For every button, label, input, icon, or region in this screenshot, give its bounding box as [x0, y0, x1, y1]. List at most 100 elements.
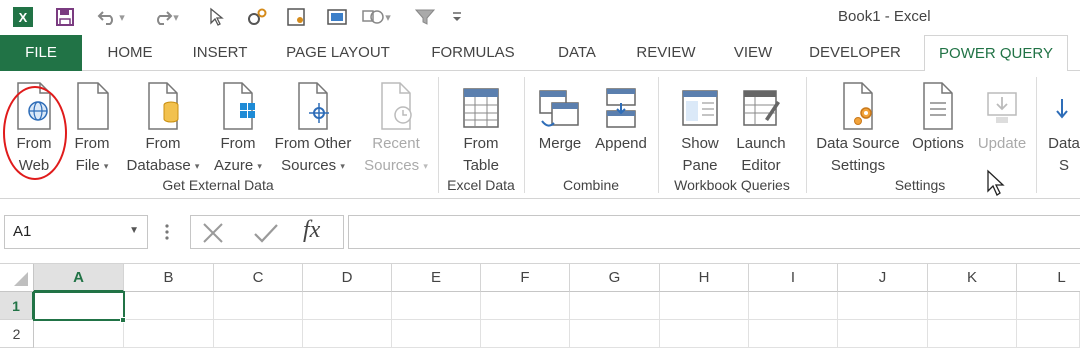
cell[interactable]	[392, 320, 481, 348]
column-header[interactable]: J	[838, 264, 928, 292]
tab-page-layout[interactable]: PAGE LAYOUT	[276, 35, 400, 71]
tab-home[interactable]: HOME	[96, 35, 164, 71]
cell[interactable]	[303, 320, 392, 348]
enter-check-icon[interactable]	[253, 222, 279, 249]
column-header[interactable]: G	[570, 264, 660, 292]
chevron-down-icon[interactable]: ▼	[129, 225, 139, 236]
group-label-settings: Settings	[894, 177, 946, 193]
cell[interactable]	[214, 320, 303, 348]
annotation-circle	[3, 86, 67, 180]
save-icon[interactable]	[52, 5, 78, 29]
select-all-corner[interactable]	[0, 264, 34, 292]
insert-function-icon[interactable]: fx	[303, 217, 320, 244]
cancel-icon[interactable]	[201, 222, 225, 249]
redo-icon[interactable]: ▾	[146, 5, 184, 29]
merge-button[interactable]: Merge	[532, 75, 588, 155]
from-database-button[interactable]: From Database ▾	[122, 75, 204, 177]
launch-editor-icon	[741, 75, 781, 131]
cell[interactable]	[124, 320, 214, 348]
tab-view[interactable]: VIEW	[724, 35, 782, 71]
cell[interactable]	[392, 292, 481, 320]
update-button[interactable]: Update	[972, 75, 1032, 155]
azure-icon	[218, 75, 258, 131]
cell[interactable]	[1017, 292, 1080, 320]
tab-review[interactable]: REVIEW	[626, 35, 706, 71]
column-header[interactable]: I	[749, 264, 838, 292]
chevron-down-icon: ▾	[340, 161, 345, 172]
tab-developer[interactable]: DEVELOPER	[800, 35, 910, 71]
active-cell-a1[interactable]	[33, 291, 125, 321]
column-header[interactable]: D	[303, 264, 392, 292]
tab-power-query[interactable]: POWER QUERY	[924, 35, 1068, 72]
append-icon	[601, 75, 641, 131]
cell[interactable]	[570, 320, 660, 348]
append-button[interactable]: Append	[590, 75, 652, 155]
column-header[interactable]: B	[124, 264, 214, 292]
column-header[interactable]: H	[660, 264, 749, 292]
cell[interactable]	[749, 292, 838, 320]
cell[interactable]	[124, 292, 214, 320]
cell[interactable]	[481, 292, 570, 320]
from-file-label-1: From	[74, 135, 110, 152]
append-label: Append	[595, 135, 647, 152]
tab-data[interactable]: DATA	[546, 35, 608, 71]
options-button[interactable]: Options	[906, 75, 970, 155]
undo-icon[interactable]: ▾	[92, 5, 130, 29]
formula-input[interactable]	[348, 215, 1080, 249]
from-other-label-1: From Other	[274, 135, 352, 152]
cell[interactable]	[660, 320, 749, 348]
column-header[interactable]: F	[481, 264, 570, 292]
cell[interactable]	[838, 292, 928, 320]
data-source-settings-button[interactable]: Data Source Settings	[810, 75, 906, 177]
excel-logo-icon[interactable]: X	[10, 5, 36, 29]
group-label-get-external-data: Get External Data	[162, 177, 274, 193]
screen-icon[interactable]	[324, 5, 350, 29]
fill-handle[interactable]	[120, 317, 126, 323]
cell[interactable]	[928, 292, 1017, 320]
tab-formulas[interactable]: FORMULAS	[418, 35, 528, 71]
filter-icon[interactable]	[412, 5, 438, 29]
cell[interactable]	[481, 320, 570, 348]
group-label-workbook-queries: Workbook Queries	[674, 177, 790, 193]
cell[interactable]	[570, 292, 660, 320]
column-header[interactable]: E	[392, 264, 481, 292]
cell[interactable]	[1017, 320, 1080, 348]
row-header[interactable]: 2	[0, 320, 34, 348]
from-table-button[interactable]: From Table	[448, 75, 514, 177]
cell[interactable]	[34, 320, 124, 348]
cell[interactable]	[928, 320, 1017, 348]
from-table-label-1: From	[463, 135, 499, 152]
launch-editor-label-1: Launch	[736, 135, 786, 152]
launch-editor-button[interactable]: Launch Editor	[730, 75, 792, 177]
shapes-icon[interactable]: ▾	[356, 5, 396, 29]
from-other-sources-button[interactable]: From Other Sources ▾	[268, 75, 358, 177]
macro-gear-icon[interactable]	[244, 5, 270, 29]
more-options-icon[interactable]	[164, 223, 170, 246]
cell[interactable]	[749, 320, 838, 348]
options-label: Options	[912, 135, 964, 152]
cell[interactable]	[660, 292, 749, 320]
form-icon[interactable]	[284, 5, 310, 29]
show-pane-button[interactable]: Show Pane	[670, 75, 730, 177]
column-header[interactable]: K	[928, 264, 1017, 292]
overflow-button[interactable]: Data S	[1042, 75, 1080, 177]
from-file-button[interactable]: From File ▾	[66, 75, 118, 177]
from-azure-button[interactable]: From Azure ▾	[208, 75, 268, 177]
cell[interactable]	[214, 292, 303, 320]
customize-qat-icon[interactable]	[450, 5, 464, 29]
pointer-icon[interactable]	[205, 5, 227, 29]
group-divider	[658, 77, 659, 193]
column-header[interactable]: C	[214, 264, 303, 292]
cell[interactable]	[303, 292, 392, 320]
column-header[interactable]: A	[34, 264, 124, 292]
name-box[interactable]: A1 ▼	[4, 215, 148, 249]
tab-file[interactable]: FILE	[0, 35, 82, 71]
options-icon	[918, 75, 958, 131]
show-pane-label-1: Show	[681, 135, 719, 152]
tab-insert[interactable]: INSERT	[182, 35, 258, 71]
row-header[interactable]: 1	[0, 292, 34, 320]
group-label-combine: Combine	[562, 177, 620, 193]
cell[interactable]	[838, 320, 928, 348]
recent-sources-button[interactable]: Recent Sources ▾	[362, 75, 430, 177]
column-header[interactable]: L	[1017, 264, 1080, 292]
